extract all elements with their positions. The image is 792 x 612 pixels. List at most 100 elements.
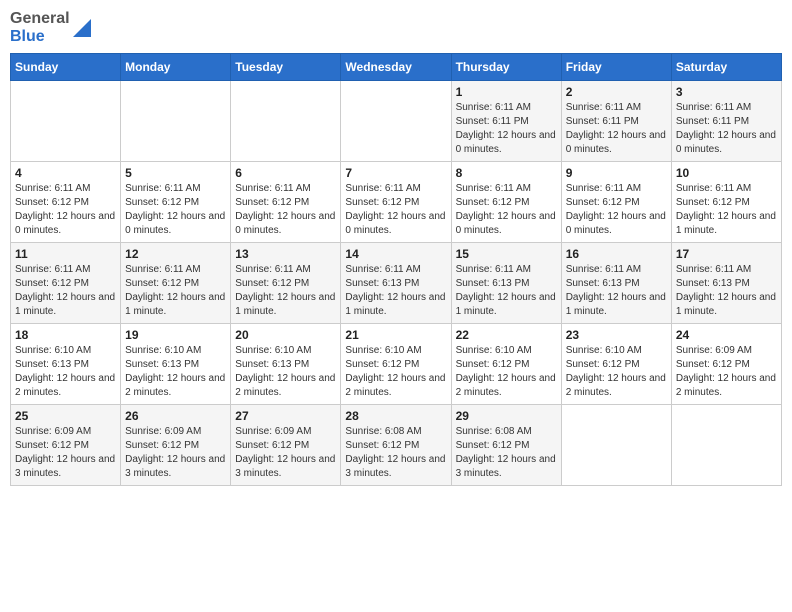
column-header-saturday: Saturday: [671, 54, 781, 81]
calendar-cell: 18 Sunrise: 6:10 AM Sunset: 6:13 PM Dayli…: [11, 324, 121, 405]
day-info: Sunrise: 6:09 AM Sunset: 6:12 PM Dayligh…: [676, 344, 777, 400]
logo-wrapper: GeneralBlue: [10, 10, 91, 45]
day-info: Sunrise: 6:09 AM Sunset: 6:12 PM Dayligh…: [15, 425, 116, 481]
calendar-cell: 13Sunrise: 6:11 AM Sunset: 6:12 PM Dayli…: [231, 243, 341, 324]
day-info: Sunrise: 6:11 AM Sunset: 6:12 PM Dayligh…: [676, 182, 777, 238]
week-row-1: 1 Sunrise: 6:11 AM Sunset: 6:11 PM Daylig…: [11, 81, 782, 162]
day-info: Sunrise: 6:08 AM Sunset: 6:12 PM Dayligh…: [456, 425, 557, 481]
column-header-monday: Monday: [121, 54, 231, 81]
column-header-sunday: Sunday: [11, 54, 121, 81]
calendar-cell: 22 Sunrise: 6:10 AM Sunset: 6:12 PM Dayli…: [451, 324, 561, 405]
day-number: 7: [345, 166, 446, 180]
page-header: GeneralBlue: [10, 10, 782, 45]
calendar-cell: 4 Sunrise: 6:11 AM Sunset: 6:12 PM Daylig…: [11, 162, 121, 243]
calendar-cell: 16 Sunrise: 6:11 AM Sunset: 6:13 PM Dayli…: [561, 243, 671, 324]
calendar-cell: 24Sunrise: 6:09 AM Sunset: 6:12 PM Dayli…: [671, 324, 781, 405]
week-row-5: 25 Sunrise: 6:09 AM Sunset: 6:12 PM Dayli…: [11, 405, 782, 486]
day-number: 21: [345, 328, 446, 342]
calendar-cell: 26 Sunrise: 6:09 AM Sunset: 6:12 PM Dayli…: [121, 405, 231, 486]
day-info: Sunrise: 6:10 AM Sunset: 6:13 PM Dayligh…: [235, 344, 336, 400]
calendar-cell: 5Sunrise: 6:11 AM Sunset: 6:12 PM Daylig…: [121, 162, 231, 243]
logo-blue-text: Blue: [10, 28, 70, 46]
day-number: 28: [345, 409, 446, 423]
day-number: 2: [566, 85, 667, 99]
header-row: SundayMondayTuesdayWednesdayThursdayFrid…: [11, 54, 782, 81]
day-number: 16: [566, 247, 667, 261]
day-info: Sunrise: 6:08 AM Sunset: 6:12 PM Dayligh…: [345, 425, 446, 481]
day-info: Sunrise: 6:10 AM Sunset: 6:12 PM Dayligh…: [566, 344, 667, 400]
day-number: 4: [15, 166, 116, 180]
calendar-cell: 25 Sunrise: 6:09 AM Sunset: 6:12 PM Dayli…: [11, 405, 121, 486]
calendar-cell: 23 Sunrise: 6:10 AM Sunset: 6:12 PM Dayli…: [561, 324, 671, 405]
calendar-cell: 10 Sunrise: 6:11 AM Sunset: 6:12 PM Dayli…: [671, 162, 781, 243]
logo-triangle-icon: [73, 19, 91, 37]
calendar-cell: [671, 405, 781, 486]
day-info: Sunrise: 6:11 AM Sunset: 6:12 PM Dayligh…: [345, 182, 446, 238]
calendar-body: 1 Sunrise: 6:11 AM Sunset: 6:11 PM Daylig…: [11, 81, 782, 486]
calendar-cell: [561, 405, 671, 486]
day-info: Sunrise: 6:11 AM Sunset: 6:11 PM Dayligh…: [566, 101, 667, 157]
day-number: 27: [235, 409, 336, 423]
calendar-header: SundayMondayTuesdayWednesdayThursdayFrid…: [11, 54, 782, 81]
week-row-3: 11 Sunrise: 6:11 AM Sunset: 6:12 PM Dayli…: [11, 243, 782, 324]
day-number: 11: [15, 247, 116, 261]
day-info: Sunrise: 6:11 AM Sunset: 6:12 PM Dayligh…: [566, 182, 667, 238]
day-info: Sunrise: 6:10 AM Sunset: 6:13 PM Dayligh…: [15, 344, 116, 400]
column-header-friday: Friday: [561, 54, 671, 81]
logo: GeneralBlue: [10, 10, 91, 45]
day-number: 25: [15, 409, 116, 423]
day-info: Sunrise: 6:11 AM Sunset: 6:12 PM Dayligh…: [125, 263, 226, 319]
day-info: Sunrise: 6:11 AM Sunset: 6:12 PM Dayligh…: [235, 263, 336, 319]
calendar-cell: 27 Sunrise: 6:09 AM Sunset: 6:12 PM Dayli…: [231, 405, 341, 486]
calendar-cell: 6Sunrise: 6:11 AM Sunset: 6:12 PM Daylig…: [231, 162, 341, 243]
day-info: Sunrise: 6:11 AM Sunset: 6:11 PM Dayligh…: [456, 101, 557, 157]
calendar-cell: 9Sunrise: 6:11 AM Sunset: 6:12 PM Daylig…: [561, 162, 671, 243]
day-number: 14: [345, 247, 446, 261]
day-number: 26: [125, 409, 226, 423]
day-number: 5: [125, 166, 226, 180]
day-info: Sunrise: 6:11 AM Sunset: 6:13 PM Dayligh…: [345, 263, 446, 319]
day-info: Sunrise: 6:10 AM Sunset: 6:13 PM Dayligh…: [125, 344, 226, 400]
day-number: 20: [235, 328, 336, 342]
day-info: Sunrise: 6:11 AM Sunset: 6:13 PM Dayligh…: [676, 263, 777, 319]
day-info: Sunrise: 6:10 AM Sunset: 6:12 PM Dayligh…: [345, 344, 446, 400]
calendar-cell: 17 Sunrise: 6:11 AM Sunset: 6:13 PM Dayli…: [671, 243, 781, 324]
calendar-cell: 7 Sunrise: 6:11 AM Sunset: 6:12 PM Daylig…: [341, 162, 451, 243]
calendar-cell: 20 Sunrise: 6:10 AM Sunset: 6:13 PM Dayli…: [231, 324, 341, 405]
day-number: 22: [456, 328, 557, 342]
day-info: Sunrise: 6:09 AM Sunset: 6:12 PM Dayligh…: [125, 425, 226, 481]
calendar-cell: 28 Sunrise: 6:08 AM Sunset: 6:12 PM Dayli…: [341, 405, 451, 486]
day-number: 12: [125, 247, 226, 261]
calendar-cell: 11 Sunrise: 6:11 AM Sunset: 6:12 PM Dayli…: [11, 243, 121, 324]
calendar-cell: 21 Sunrise: 6:10 AM Sunset: 6:12 PM Dayli…: [341, 324, 451, 405]
column-header-tuesday: Tuesday: [231, 54, 341, 81]
day-number: 29: [456, 409, 557, 423]
day-number: 23: [566, 328, 667, 342]
day-number: 18: [15, 328, 116, 342]
calendar-cell: 15Sunrise: 6:11 AM Sunset: 6:13 PM Dayli…: [451, 243, 561, 324]
day-info: Sunrise: 6:11 AM Sunset: 6:13 PM Dayligh…: [566, 263, 667, 319]
calendar-cell: [11, 81, 121, 162]
day-number: 10: [676, 166, 777, 180]
calendar-cell: 14 Sunrise: 6:11 AM Sunset: 6:13 PM Dayli…: [341, 243, 451, 324]
day-number: 17: [676, 247, 777, 261]
day-info: Sunrise: 6:09 AM Sunset: 6:12 PM Dayligh…: [235, 425, 336, 481]
week-row-2: 4 Sunrise: 6:11 AM Sunset: 6:12 PM Daylig…: [11, 162, 782, 243]
day-info: Sunrise: 6:11 AM Sunset: 6:12 PM Dayligh…: [15, 182, 116, 238]
day-info: Sunrise: 6:11 AM Sunset: 6:13 PM Dayligh…: [456, 263, 557, 319]
calendar-cell: 1 Sunrise: 6:11 AM Sunset: 6:11 PM Daylig…: [451, 81, 561, 162]
calendar-cell: 2 Sunrise: 6:11 AM Sunset: 6:11 PM Daylig…: [561, 81, 671, 162]
day-number: 19: [125, 328, 226, 342]
day-number: 1: [456, 85, 557, 99]
column-header-wednesday: Wednesday: [341, 54, 451, 81]
calendar-cell: [341, 81, 451, 162]
day-number: 6: [235, 166, 336, 180]
column-header-thursday: Thursday: [451, 54, 561, 81]
logo-general-text: General: [10, 10, 70, 28]
day-number: 3: [676, 85, 777, 99]
calendar-cell: 12 Sunrise: 6:11 AM Sunset: 6:12 PM Dayli…: [121, 243, 231, 324]
day-info: Sunrise: 6:11 AM Sunset: 6:12 PM Dayligh…: [15, 263, 116, 319]
day-info: Sunrise: 6:10 AM Sunset: 6:12 PM Dayligh…: [456, 344, 557, 400]
calendar-cell: 3Sunrise: 6:11 AM Sunset: 6:11 PM Daylig…: [671, 81, 781, 162]
calendar-cell: [231, 81, 341, 162]
